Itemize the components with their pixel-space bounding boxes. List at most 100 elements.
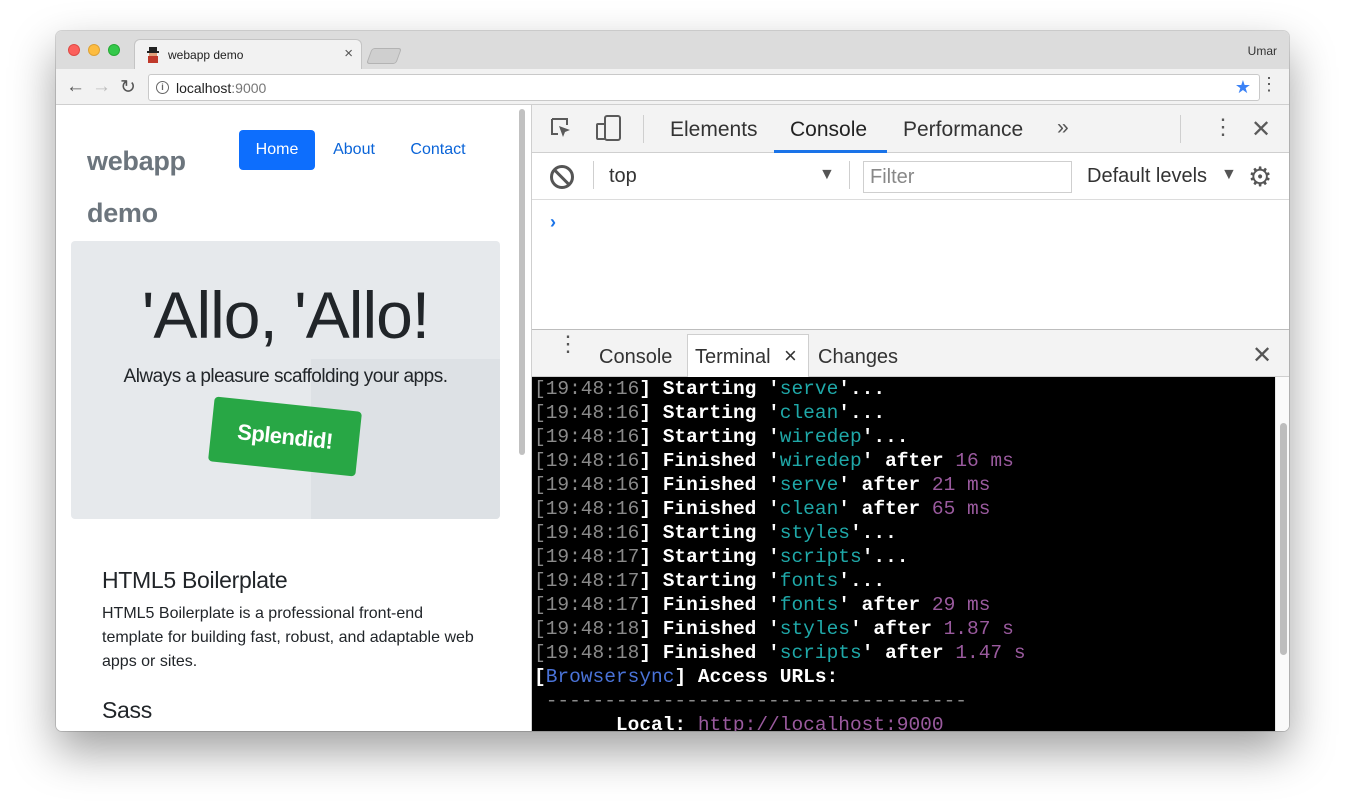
terminal-segment: 1.87 s (943, 618, 1014, 640)
context-selector[interactable]: top (609, 165, 637, 188)
close-window-button[interactable] (68, 44, 80, 56)
terminal-segment: [ (534, 594, 546, 616)
terminal-line: [19:48:16] Starting 'clean'... (534, 401, 1275, 425)
terminal-segment: ' after (861, 642, 956, 664)
drawer-tab-terminal[interactable]: Terminal (695, 346, 771, 369)
terminal-line: [19:48:17] Starting 'scripts'... (534, 545, 1275, 569)
new-tab-button[interactable] (366, 48, 402, 64)
nav-contact-link[interactable]: Contact (398, 130, 478, 170)
console-prompt-icon[interactable]: › (550, 212, 556, 233)
nav-about-link[interactable]: About (322, 130, 386, 170)
devtools-menu-icon[interactable]: ⋮ (1212, 116, 1234, 138)
browser-tab[interactable]: webapp demo × (134, 39, 362, 69)
terminal-segment: http://localhost:9000 (697, 714, 944, 731)
filter-input[interactable] (863, 161, 1072, 193)
terminal-segment: wiredep (779, 426, 862, 448)
toolbar-divider (643, 115, 644, 143)
terminal-segment: clean (779, 498, 839, 520)
terminal-segment: scripts (779, 546, 862, 568)
terminal-segment: 19:48:17 (545, 594, 640, 616)
terminal-segment: styles (779, 522, 850, 544)
tab-performance[interactable]: Performance (903, 118, 1023, 142)
terminal-segment: ------------------------------------ (534, 690, 967, 712)
bookmark-star-icon[interactable]: ★ (1235, 77, 1251, 98)
terminal-segment: ' after (849, 618, 944, 640)
terminal-segment: styles (779, 618, 850, 640)
web-page: webapp demo Home About Contact 'Allo, 'A… (56, 105, 529, 731)
site-info-icon[interactable]: i (156, 81, 169, 94)
tab-elements[interactable]: Elements (670, 118, 758, 142)
more-tabs-icon[interactable]: » (1057, 116, 1069, 140)
terminal-segment: ] Starting ' (639, 378, 780, 400)
inspect-element-icon[interactable] (549, 116, 573, 140)
terminal-output[interactable]: [19:48:16] Starting 'serve'... [19:48:16]… (532, 377, 1275, 731)
terminal-segment: ] Access URLs: (674, 666, 839, 688)
terminal-segment: ] Starting ' (639, 546, 780, 568)
drawer-tab-changes[interactable]: Changes (818, 346, 898, 369)
terminal-segment: '... (861, 546, 909, 568)
terminal-line: [Browsersync] Access URLs: (534, 665, 1275, 689)
terminal-segment: '... (849, 522, 897, 544)
terminal-segment: [ (534, 642, 546, 664)
terminal-segment: 19:48:16 (545, 498, 640, 520)
nav-home-link[interactable]: Home (239, 130, 315, 170)
forward-icon[interactable]: → (92, 76, 111, 98)
profile-name[interactable]: Umar (1248, 44, 1277, 58)
terminal-segment: [ (534, 426, 546, 448)
drawer-menu-icon[interactable]: ⋮ (557, 333, 579, 355)
section-text: HTML5 Boilerplate is a professional fron… (102, 605, 474, 670)
tab-strip: webapp demo × Umar (56, 31, 1289, 69)
address-bar[interactable]: i localhost:9000 ★ (148, 74, 1260, 101)
terminal-segment: '... (838, 378, 886, 400)
minimize-window-button[interactable] (88, 44, 100, 56)
chevron-down-icon[interactable]: ▼ (1221, 166, 1237, 184)
terminal-segment: wiredep (779, 450, 862, 472)
tab-close-icon[interactable]: × (344, 45, 353, 62)
browser-window: webapp demo × Umar ← → ↻ i localhost:900… (56, 31, 1289, 731)
tab-console[interactable]: Console (790, 118, 867, 142)
brand-link[interactable]: webapp demo (87, 135, 227, 239)
terminal-segment: ] Starting ' (639, 570, 780, 592)
terminal-segment: serve (779, 474, 839, 496)
toolbar-divider (593, 161, 594, 189)
page-scrollbar[interactable] (519, 109, 525, 455)
reload-icon[interactable]: ↻ (120, 76, 136, 99)
url-text[interactable]: localhost:9000 (176, 80, 266, 96)
terminal-scrollbar-thumb[interactable] (1280, 423, 1287, 655)
clear-console-icon[interactable] (550, 165, 574, 189)
terminal-line: [19:48:16] Starting 'serve'... (534, 377, 1275, 401)
console-toolbar: top ▼ Default levels ▼ ⚙ (532, 153, 1289, 200)
toolbar-divider (1180, 115, 1181, 143)
terminal-segment: Local: (534, 714, 698, 731)
device-toolbar-icon[interactable] (595, 115, 623, 141)
back-icon[interactable]: ← (66, 76, 85, 98)
terminal-segment: [ (534, 618, 546, 640)
gear-icon[interactable]: ⚙ (1248, 162, 1272, 193)
terminal-line: [19:48:17] Starting 'fonts'... (534, 569, 1275, 593)
terminal-segment: [ (534, 570, 546, 592)
close-icon[interactable]: × (784, 343, 797, 369)
terminal-segment: ' after (861, 450, 956, 472)
terminal-segment: [ (534, 546, 546, 568)
browser-menu-icon[interactable]: ⋮ (1260, 75, 1278, 93)
close-devtools-icon[interactable]: ✕ (1251, 115, 1271, 144)
drawer-tab-console[interactable]: Console (599, 346, 672, 369)
close-drawer-icon[interactable]: ✕ (1252, 341, 1272, 370)
terminal-segment: 19:48:16 (545, 426, 640, 448)
terminal-segment: ' after (838, 474, 932, 496)
terminal-line: [19:48:16] Finished 'serve' after 21 ms (534, 473, 1275, 497)
terminal-segment: 19:48:17 (545, 546, 640, 568)
log-levels-selector[interactable]: Default levels (1087, 165, 1207, 188)
zoom-window-button[interactable] (108, 44, 120, 56)
terminal-segment: clean (779, 402, 839, 424)
terminal-segment: '... (861, 426, 909, 448)
terminal-segment: ] Starting ' (639, 522, 780, 544)
terminal-line: [19:48:16] Finished 'clean' after 65 ms (534, 497, 1275, 521)
terminal-segment: [ (534, 474, 546, 496)
terminal-segment: 19:48:18 (545, 618, 640, 640)
terminal-segment: 65 ms (931, 498, 991, 520)
chevron-down-icon[interactable]: ▼ (819, 166, 835, 184)
terminal-line: [19:48:18] Finished 'scripts' after 1.47… (534, 641, 1275, 665)
terminal-segment: Browsersync (545, 666, 675, 688)
terminal-segment: ] Finished ' (639, 474, 780, 496)
